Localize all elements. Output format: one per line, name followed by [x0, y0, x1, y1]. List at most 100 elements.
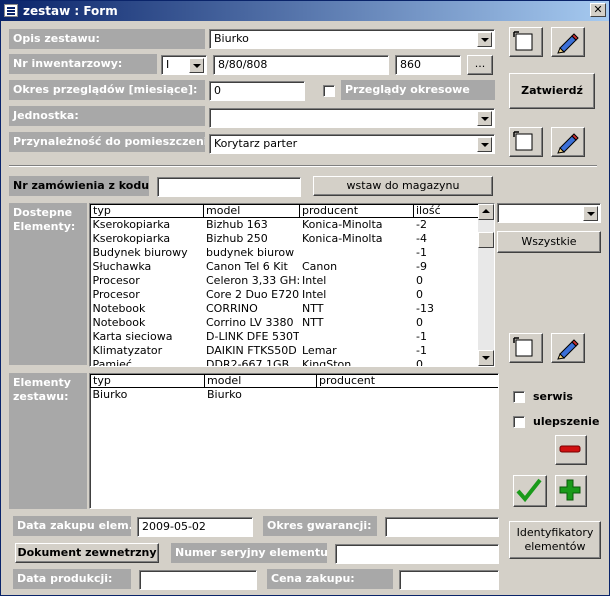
- col-model[interactable]: model: [204, 374, 317, 388]
- col-model[interactable]: model: [203, 204, 300, 218]
- form-window: zestaw : Form ✕ Opis zestawu: Biurko Nr …: [0, 0, 610, 596]
- col-ilosc[interactable]: ilość: [413, 204, 479, 218]
- table-cell: Budynek biurowy: [90, 246, 204, 260]
- table-cell: Słuchawka: [90, 260, 204, 274]
- col-typ[interactable]: typ: [90, 204, 204, 218]
- table-row[interactable]: Klimatyzator DAIKIN FTKS50D Lemar -1: [90, 344, 479, 358]
- scroll-thumb[interactable]: [478, 232, 494, 248]
- elementy-label: Elementy zestawu:: [9, 373, 87, 509]
- scroll-up-icon[interactable]: [478, 204, 494, 220]
- remove-element-button[interactable]: [555, 435, 587, 465]
- zatwierdz-button[interactable]: Zatwierdź: [509, 73, 595, 109]
- table-row[interactable]: Kserokopiarka Bizhub 163 Konica-Minolta -2: [90, 217, 479, 232]
- table-cell: Notebook: [90, 316, 204, 330]
- chevron-down-icon[interactable]: [477, 111, 492, 126]
- new-room-button[interactable]: [509, 127, 543, 157]
- table-cell: -2: [413, 217, 479, 232]
- inw-prefix-combo[interactable]: I: [161, 55, 207, 75]
- table-cell: [299, 246, 414, 260]
- table-cell: Bizhub 163: [203, 217, 300, 232]
- new-document-icon: [513, 31, 533, 51]
- numer-seryjny-field[interactable]: [335, 544, 499, 564]
- table-cell: [316, 387, 498, 402]
- chevron-down-icon[interactable]: [189, 58, 204, 73]
- table-cell: DDR2-667 1GB: [203, 358, 300, 366]
- przeglady-label: Przeglądy okresowe: [341, 80, 495, 100]
- table-row[interactable]: Procesor Core 2 Duo E720 Intel 0: [90, 288, 479, 302]
- wszystkie-button[interactable]: Wszystkie: [497, 231, 601, 253]
- table-cell: Kserokopiarka: [90, 232, 204, 246]
- chevron-down-icon[interactable]: [477, 137, 492, 152]
- ulepszenie-label: ulepszenie: [533, 415, 599, 428]
- edit-room-button[interactable]: [551, 127, 585, 157]
- table-row[interactable]: Pamięć DDR2-667 1GB KingSton 0: [90, 358, 479, 366]
- table-cell: -1: [413, 330, 479, 344]
- table-row[interactable]: Karta sieciowa D-LINK DFE 530T -1: [90, 330, 479, 344]
- filter-combo[interactable]: [497, 203, 601, 223]
- chevron-down-icon[interactable]: [477, 32, 492, 47]
- dostepne-grid[interactable]: typ model producent ilość Kserokopiarka B…: [89, 203, 495, 367]
- table-cell: 0: [413, 358, 479, 366]
- data-produkcji-field[interactable]: [139, 570, 257, 590]
- table-cell: Canon: [299, 260, 414, 274]
- browse-button[interactable]: ...: [467, 55, 493, 75]
- elementy-grid[interactable]: typ model producent Biurko Biurko: [89, 373, 499, 509]
- table-cell: DAIKIN FTKS50D: [203, 344, 300, 358]
- przyn-combo[interactable]: Korytarz parter: [209, 134, 495, 154]
- inw-number-field[interactable]: 8/80/808: [213, 55, 389, 75]
- table-row[interactable]: Kserokopiarka Bizhub 250 Konica-Minolta -4: [90, 232, 479, 246]
- checkmark-icon: [516, 478, 542, 503]
- new-record-button[interactable]: [509, 27, 543, 57]
- serwis-label: serwis: [533, 390, 573, 403]
- table-cell: Canon Tel 6 Kit: [203, 260, 300, 274]
- zamowienie-field[interactable]: [157, 177, 301, 197]
- table-cell: 0: [413, 316, 479, 330]
- table-cell: [299, 330, 414, 344]
- data-zakupu-field[interactable]: 2009-05-02: [137, 517, 253, 537]
- wstaw-button[interactable]: wstaw do magazynu: [313, 176, 493, 196]
- przyn-label: Przynależność do pomieszczenia:: [9, 132, 205, 152]
- okres-gwarancji-label: Okres gwarancji:: [263, 516, 377, 536]
- przeglady-checkbox[interactable]: [323, 85, 335, 97]
- vertical-scrollbar[interactable]: [478, 204, 494, 366]
- chevron-down-icon[interactable]: [583, 206, 598, 221]
- opis-combo[interactable]: Biurko: [209, 29, 495, 49]
- table-row[interactable]: Procesor Celeron 3,33 GH: Intel 0: [90, 274, 479, 288]
- dostepne-label: Dostepne Elementy:: [9, 203, 87, 365]
- cena-label: Cena zakupu:: [267, 569, 393, 589]
- zamowienie-label: Nr zamówienia z kodu:: [9, 176, 149, 196]
- table-row[interactable]: Budynek biurowy budynek biurow -1: [90, 246, 479, 260]
- numer-seryjny-label: Numer seryjny elementu:: [171, 543, 327, 563]
- table-row[interactable]: Notebook Corrino LV 3380 NTT 0: [90, 316, 479, 330]
- scroll-down-icon[interactable]: [478, 350, 494, 366]
- col-producent[interactable]: producent: [299, 204, 414, 218]
- okres-gwarancji-field[interactable]: [385, 517, 499, 537]
- table-cell: Lemar: [299, 344, 414, 358]
- serwis-checkbox[interactable]: [513, 391, 525, 403]
- ulepszenie-checkbox[interactable]: [513, 416, 525, 428]
- inw-extra-field[interactable]: 860: [395, 55, 461, 75]
- jednostka-combo[interactable]: [209, 108, 495, 128]
- table-row[interactable]: Notebook CORRINO NTT -13: [90, 302, 479, 316]
- edit-button[interactable]: [551, 27, 585, 57]
- table-row[interactable]: Biurko Biurko: [90, 387, 498, 402]
- okres-field[interactable]: 0: [209, 81, 305, 101]
- separator: [9, 165, 597, 167]
- table-cell: -1: [413, 246, 479, 260]
- table-cell: Celeron 3,33 GH:: [203, 274, 300, 288]
- dokument-button[interactable]: Dokument zewnetrzny: [15, 543, 159, 563]
- close-button[interactable]: ✕: [590, 3, 606, 17]
- add-element-button[interactable]: [555, 475, 587, 507]
- cena-field[interactable]: [399, 570, 499, 590]
- identyfikatory-button[interactable]: Identyfikatory elementów: [509, 521, 601, 559]
- table-cell: Notebook: [90, 302, 204, 316]
- col-typ[interactable]: typ: [90, 374, 205, 388]
- new-element-button[interactable]: [509, 333, 543, 363]
- przyn-value: Korytarz parter: [214, 137, 298, 150]
- edit-element-button[interactable]: [551, 333, 585, 363]
- confirm-element-button[interactable]: [513, 475, 547, 507]
- pencil-icon: [557, 33, 579, 54]
- table-row[interactable]: Słuchawka Canon Tel 6 Kit Canon -9: [90, 260, 479, 274]
- inw-prefix-value: I: [166, 58, 170, 71]
- col-producent[interactable]: producent: [316, 374, 498, 388]
